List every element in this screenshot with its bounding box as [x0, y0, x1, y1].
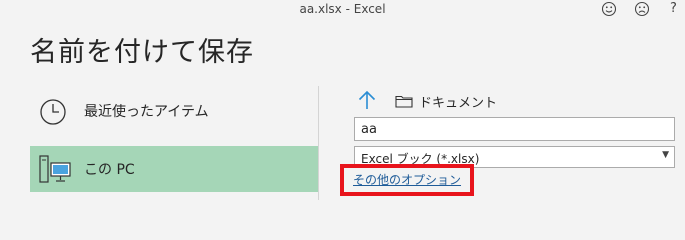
location-label: 最近使ったアイテム — [84, 104, 209, 120]
frown-icon[interactable] — [634, 1, 650, 17]
page-title: 名前を付けて保存 — [30, 37, 254, 68]
smile-icon[interactable] — [601, 1, 617, 17]
pane-divider — [318, 86, 319, 200]
location-recent[interactable]: 最近使ったアイテム — [30, 88, 318, 134]
help-button[interactable]: ? — [670, 1, 677, 16]
clock-icon — [38, 97, 68, 131]
annotation-highlight-box — [340, 164, 474, 196]
location-this-pc[interactable]: この PC — [30, 146, 318, 192]
up-arrow-icon[interactable] — [356, 89, 378, 115]
folder-icon — [395, 93, 413, 112]
window-title: aa.xlsx - Excel — [299, 2, 386, 16]
location-label: この PC — [84, 162, 135, 178]
breadcrumb[interactable]: ドキュメント — [419, 92, 497, 111]
computer-icon — [38, 155, 72, 189]
chevron-down-icon: ▼ — [662, 150, 669, 160]
filename-input[interactable] — [354, 117, 675, 141]
title-bar: aa.xlsx - Excel ? — [0, 0, 685, 20]
